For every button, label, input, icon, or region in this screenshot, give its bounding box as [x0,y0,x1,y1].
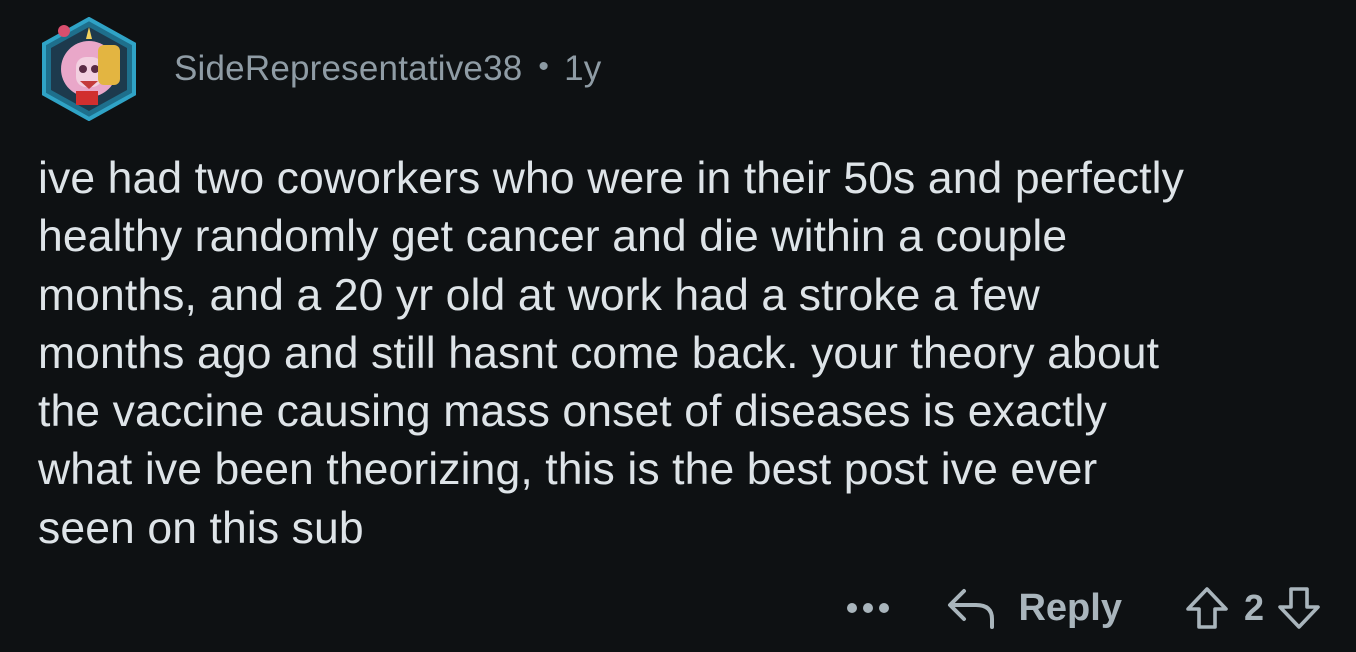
meta-separator: • [538,50,550,83]
comment-header: SideRepresentative38 • 1y [40,16,601,122]
vote-controls: 2 [1184,585,1322,631]
user-avatar-icon [42,16,136,122]
comment-line: ive had two coworkers who were in their … [38,154,1184,203]
upvote-button[interactable] [1184,585,1230,631]
comment-line: the vaccine causing mass onset of diseas… [38,387,1107,437]
downvote-button[interactable] [1276,585,1322,631]
ellipsis-icon [847,603,890,613]
comment-line: seen on this sub [38,503,364,553]
comment-actions: Reply 2 [838,578,1322,638]
comment-line: healthy randomly get cancer and die with… [38,212,1068,262]
comment-line: what ive been theorizing, this is the be… [38,445,1098,495]
author-username[interactable]: SideRepresentative38 [174,49,522,89]
more-options-button[interactable] [838,583,898,633]
vote-count: 2 [1243,587,1264,628]
downvote-arrow-icon [1278,587,1320,629]
comment: SideRepresentative38 • 1y ive had two co… [0,0,1356,652]
reply-label: Reply [1018,586,1122,629]
comment-meta: SideRepresentative38 • 1y [174,49,601,89]
comment-age: 1y [564,49,602,88]
comment-line: months ago and still hasnt come back. yo… [38,328,1160,378]
reply-button[interactable]: Reply [946,586,1122,630]
avatar[interactable] [40,16,138,122]
comment-line: months, and a 20 yr old at work had a st… [38,270,1040,320]
upvote-arrow-icon [1186,587,1228,629]
comment-body: ive had two coworkers who were in their … [38,150,1338,558]
reply-arrow-icon [948,589,995,629]
